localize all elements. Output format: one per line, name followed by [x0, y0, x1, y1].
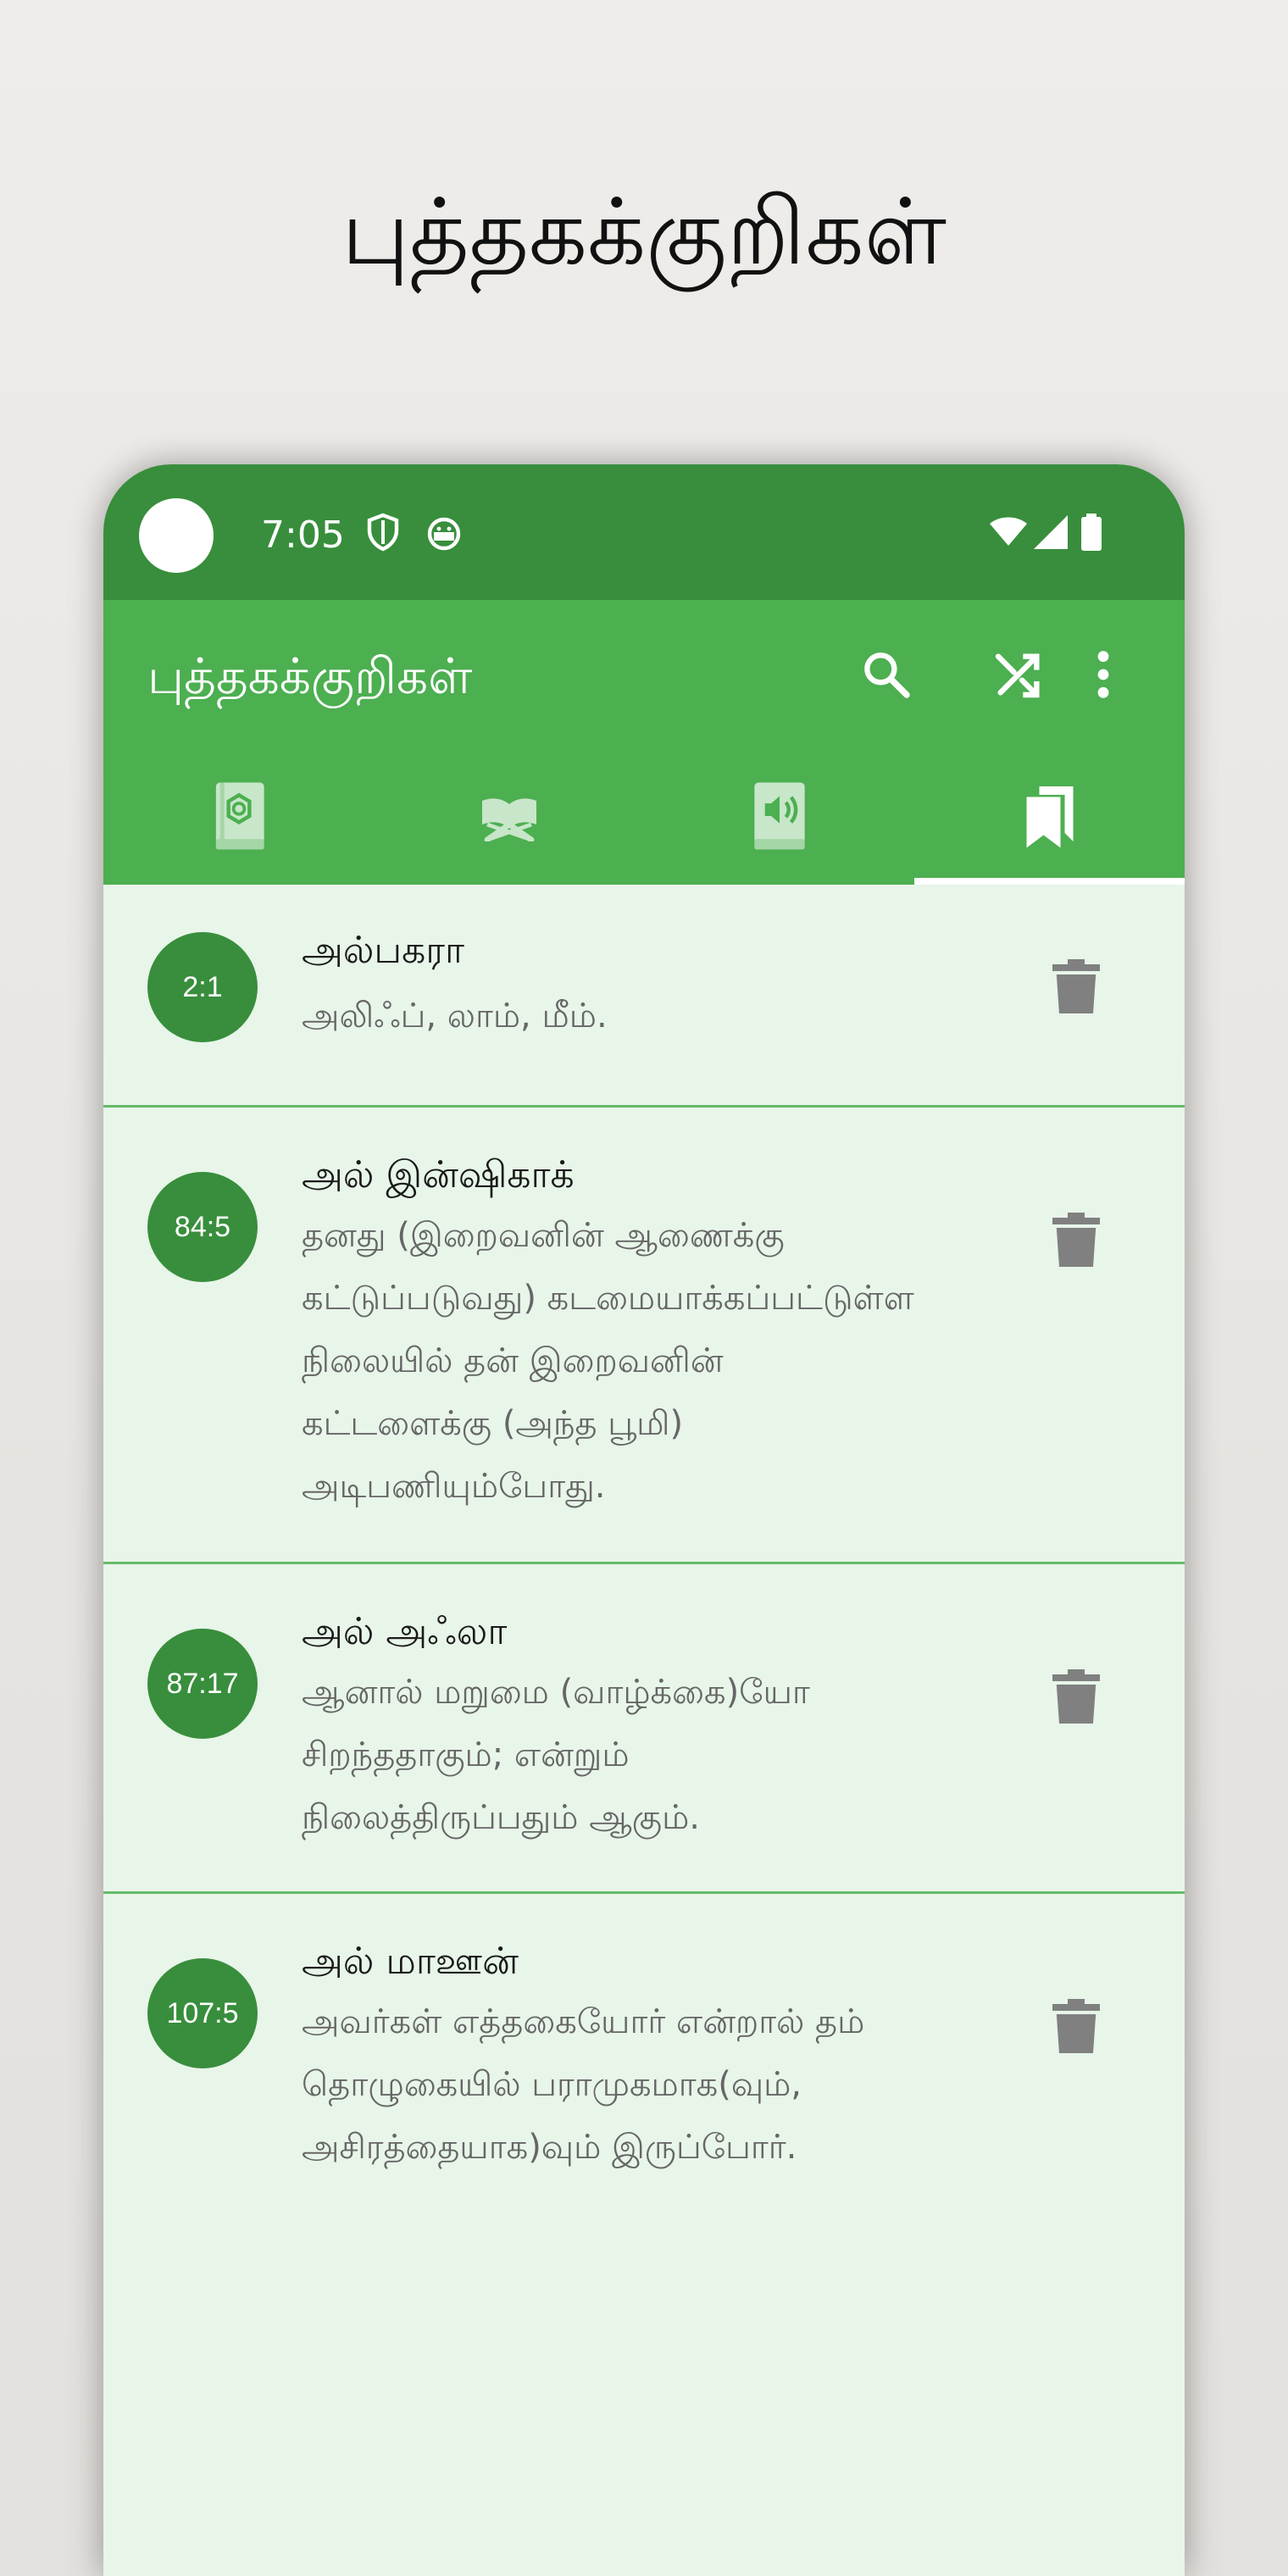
shuffle-button[interactable] [988, 644, 1049, 705]
surah-title: அல்பகரா [302, 929, 465, 972]
verse-line: கட்டுப்படுவது) கடமையாக்கப்பட்டுள்ள [302, 1279, 914, 1318]
more-options-button[interactable] [1086, 644, 1120, 705]
verse-line: அவர்கள் எத்தகையோர் என்றால் தம் [302, 2002, 865, 2041]
bookmark-item[interactable]: 87:17 அல் அஃலா ஆனால் மறுமை (வாழ்க்கை)யோ … [103, 1564, 1185, 1894]
verse-line: அலிஃப், லாம், மீம். [302, 997, 608, 1035]
open-book-icon [481, 798, 536, 841]
verse-line: அசிரத்தையாக)வும் இருப்போர். [302, 2128, 797, 2167]
delete-button[interactable] [1052, 1213, 1100, 1267]
bookmark-item[interactable]: 107:5 அல் மாஊன் அவர்கள் எத்தகையோர் என்றா… [103, 1894, 1185, 2250]
bookmark-item[interactable]: 2:1 அல்பகரா அலிஃப், லாம், மீம். [103, 885, 1185, 1108]
phone-screen: 7:05 புத்தகக்குறிகள் 2:1 அல்பகரா அலிஃப்,… [103, 464, 1185, 2576]
tab-audio[interactable] [644, 747, 914, 885]
tab-quran[interactable] [103, 747, 374, 885]
signal-icon [1034, 515, 1068, 549]
verse-badge: 87:17 [147, 1629, 258, 1739]
bookmarks-icon [1026, 786, 1073, 848]
verse-badge: 107:5 [147, 1958, 258, 2068]
bookmark-list: 2:1 அல்பகரா அலிஃப், லாம், மீம். 84:5 அல்… [103, 885, 1185, 2250]
camera-cutout [139, 498, 214, 573]
app-bar-title: புத்தகக்குறிகள் [147, 647, 473, 705]
verse-line: சிறந்ததாகும்; என்றும் [302, 1735, 630, 1774]
search-icon [864, 652, 910, 698]
tab-bookmarks[interactable] [914, 747, 1185, 885]
tab-reading[interactable] [374, 747, 644, 885]
verse-line: நிலையில் தன் இறைவனின் [302, 1341, 724, 1380]
delete-button[interactable] [1052, 1669, 1100, 1724]
surah-title: அல் மாஊன் [302, 1940, 519, 1983]
app-bar: புத்தகக்குறிகள் [103, 600, 1185, 747]
verse-text: அவர்கள் எத்தகையோர் என்றால் தம் தொழுகையில… [302, 1990, 997, 2179]
verse-text: ஆனால் மறுமை (வாழ்க்கை)யோ சிறந்ததாகும்; எ… [302, 1661, 997, 1849]
promo-headline: புத்தகக்குறிகள் [341, 180, 947, 286]
search-button[interactable] [856, 644, 917, 705]
verse-badge: 2:1 [147, 932, 258, 1042]
more-vert-icon [1097, 651, 1109, 698]
tab-bar [103, 747, 1185, 885]
verse-line: அடிபணியும்போது. [302, 1467, 606, 1506]
verse-text: தனது (இறைவனின் ஆணைக்கு கட்டுப்படுவது) கட… [302, 1204, 997, 1518]
wifi-icon [990, 517, 1027, 546]
verse-line: தனது (இறைவனின் ஆணைக்கு [302, 1216, 785, 1255]
verse-line: தொழுகையில் பராமுகமாக(வும், [302, 2065, 802, 2104]
shield-icon [367, 513, 399, 552]
battery-icon [1081, 514, 1102, 551]
quran-book-icon [215, 782, 264, 850]
verse-text: அலிஃப், லாம், மீம். [302, 985, 997, 1047]
verse-line: ஆனால் மறுமை (வாழ்க்கை)யோ [302, 1673, 810, 1712]
status-bar: 7:05 [103, 464, 1185, 600]
surah-title: அல் அஃலா [302, 1610, 508, 1653]
delete-button[interactable] [1052, 959, 1100, 1013]
audio-book-icon [753, 782, 805, 850]
verse-line: கட்டளைக்கு (அந்த பூமி) [302, 1404, 684, 1443]
shuffle-icon [995, 653, 1040, 698]
delete-button[interactable] [1052, 1999, 1100, 2053]
surah-title: அல் இன்ஷிகாக் [302, 1153, 575, 1196]
bookmark-item[interactable]: 84:5 அல் இன்ஷிகாக் தனது (இறைவனின் ஆணைக்க… [103, 1108, 1185, 1564]
android-face-icon [427, 517, 461, 551]
status-time: 7:05 [261, 514, 345, 557]
verse-line: நிலைத்திருப்பதும் ஆகும். [302, 1798, 700, 1837]
verse-badge: 84:5 [147, 1172, 258, 1282]
